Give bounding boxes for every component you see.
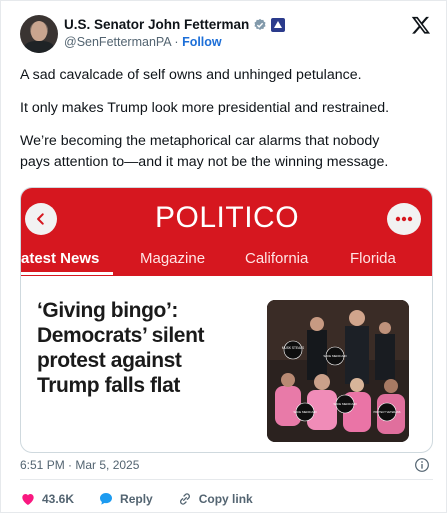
photo-sign-text: MUSK STEALS [282,346,304,350]
heart-icon [22,494,34,505]
politico-header-bar: POLITICO atest News Magazine California … [21,188,432,276]
author-handle[interactable]: @SenFettermanPA [64,35,171,49]
tweet-paragraph: We’re becoming the metaphorical car alar… [20,133,380,149]
link-icon [179,493,190,505]
nav-item-florida: Florida [350,250,396,267]
nav-item-latest-news: atest News [21,250,100,267]
reply-button[interactable]: Reply [98,491,153,507]
nav-item-magazine: Magazine [140,250,206,267]
avatar[interactable] [20,15,58,53]
like-button[interactable]: 43.6K [20,491,74,507]
handle-separator: · [170,35,183,49]
author-handle-row: @SenFettermanPA · Follow [64,35,222,49]
tweet-paragraph: It only makes Trump look more presidenti… [20,100,390,116]
tweet-paragraph: pays attention to—and it may not be the … [20,154,389,170]
more-button [387,203,421,235]
article-headline: ‘Giving bingo’: Democrats’ silent protes… [37,299,205,397]
photo-sign-text: SAVE MEDICAID [293,410,317,414]
avatar-head [31,21,47,41]
chevron-left-icon [37,213,44,225]
verified-badge-icon [254,18,266,30]
divider [20,479,433,480]
photo-sign-text: PROTECT VETERANS [373,410,400,414]
tweet-timestamp[interactable]: 6:51 PM · Mar 5, 2025 [20,458,139,472]
senate-badge-icon [271,17,286,32]
news-photo: MUSK STEALS SAVE MEDICAID SAVE MEDICAID … [267,300,409,442]
embedded-screenshot[interactable]: POLITICO atest News Magazine California … [20,187,433,453]
author-name-row: U.S. Senator John Fetterman [64,17,286,32]
nav-active-underline [21,272,113,275]
more-dots-icon [395,216,413,222]
copy-link-label: Copy link [198,492,253,506]
action-bar: 43.6K Reply Copy link [20,490,277,508]
tweet-card: U.S. Senator John Fetterman @SenFetterma… [0,0,447,513]
author-display-name[interactable]: U.S. Senator John Fetterman [64,17,249,32]
photo-sign-text: SAVE MEDICAID [333,402,357,406]
politico-logo: POLITICO [155,201,300,234]
back-button [25,203,57,235]
tweet-text: A sad cavalcade of self owns and unhinge… [20,65,435,185]
tweet-paragraph: A sad cavalcade of self owns and unhinge… [20,67,362,83]
copy-link-button[interactable]: Copy link [177,491,253,507]
nav-item-california: California [245,250,309,267]
reply-bubble-icon [100,493,113,505]
follow-link[interactable]: Follow [182,35,222,49]
reply-label: Reply [120,492,153,506]
photo-sign-text: SAVE MEDICAID [323,354,347,358]
politico-nav: atest News Magazine California Florida [21,248,432,274]
info-icon[interactable] [414,457,430,473]
like-count: 43.6K [42,492,75,506]
avatar-body [24,41,54,53]
x-logo-icon[interactable] [411,15,431,35]
